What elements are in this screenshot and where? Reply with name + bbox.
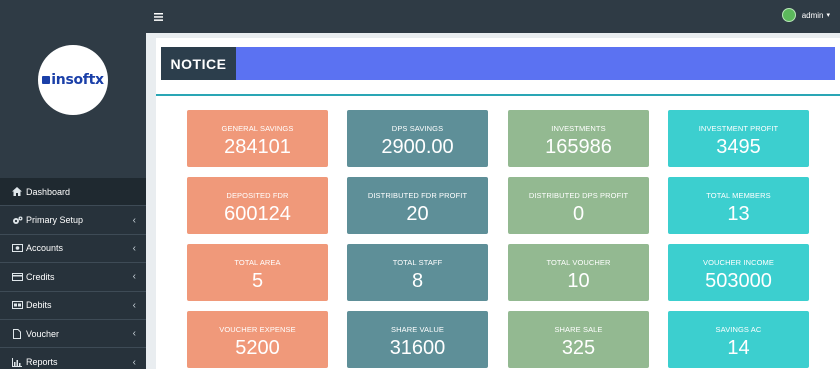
sidebar-item-label: Reports <box>26 357 58 368</box>
stat-card-total-members[interactable]: TOTAL MEMBERS 13 <box>668 177 809 234</box>
sidebar-item-label: Primary Setup <box>26 215 84 226</box>
chevron-left-icon: ‹ <box>132 328 136 340</box>
sidebar-item-voucher[interactable]: Voucher ‹ <box>0 319 146 349</box>
stat-card-voucher-expense[interactable]: VOUCHER EXPENSE 5200 <box>187 311 328 368</box>
card-value: 13 <box>727 203 750 225</box>
card-title: DISTRIBUTED DPS PROFIT <box>528 191 629 200</box>
stat-card-distributed-dps-profit[interactable]: DISTRIBUTED DPS PROFIT 0 <box>508 177 649 234</box>
stat-card-deposited-fdr[interactable]: DEPOSITED FDR 600124 <box>187 177 328 234</box>
stat-card-distributed-fdr-profit[interactable]: DISTRIBUTED FDR PROFIT 20 <box>347 177 488 234</box>
card-title: TOTAL STAFF <box>392 258 443 267</box>
card-value: 14 <box>727 337 750 359</box>
logo[interactable]: insoftx <box>38 45 108 115</box>
sidebar-item-label: Debits <box>26 300 52 311</box>
dashboard-panel: NOTICE GENERAL SAVINGS 284101 DPS SAVING… <box>156 38 840 369</box>
card-title: SAVINGS AC <box>715 325 762 334</box>
stat-card-share-sale[interactable]: SHARE SALE 325 <box>508 311 649 368</box>
stat-card-savings-ac[interactable]: SAVINGS AC 14 <box>668 311 809 368</box>
stat-card-dps-savings[interactable]: DPS SAVINGS 2900.00 <box>347 110 488 167</box>
home-icon <box>11 187 23 197</box>
top-navbar: admin ▾ <box>146 0 840 33</box>
card-title: DISTRIBUTED FDR PROFIT <box>367 191 468 200</box>
card-value: 2900.00 <box>381 136 454 158</box>
stat-card-total-staff[interactable]: TOTAL STAFF 8 <box>347 244 488 301</box>
stat-card-total-area[interactable]: TOTAL AREA 5 <box>187 244 328 301</box>
card-value: 284101 <box>224 136 291 158</box>
card-value: 0 <box>572 203 585 225</box>
chevron-left-icon: ‹ <box>132 214 136 226</box>
logo-text: insoftx <box>51 72 104 88</box>
stat-card-general-savings[interactable]: GENERAL SAVINGS 284101 <box>187 110 328 167</box>
notice-label: NOTICE <box>161 47 236 80</box>
card-value: 325 <box>561 337 596 359</box>
card-title: INVESTMENT PROFIT <box>698 124 779 133</box>
stat-card-voucher-income[interactable]: VOUCHER INCOME 503000 <box>668 244 809 301</box>
card-value: 10 <box>567 270 590 292</box>
notice-bar: NOTICE <box>161 47 835 80</box>
card-title: GENERAL SAVINGS <box>221 124 294 133</box>
chevron-left-icon: ‹ <box>132 242 136 254</box>
sidebar-item-primary-setup[interactable]: Primary Setup ‹ <box>0 206 146 235</box>
logo-mark-icon <box>42 76 51 84</box>
card-value: 5200 <box>235 337 280 359</box>
caret-down-icon: ▾ <box>826 12 830 19</box>
sidebar-item-label: Credits <box>26 271 55 282</box>
sidebar-item-label: Voucher <box>26 328 60 339</box>
user-menu[interactable]: admin ▾ <box>781 8 830 22</box>
sidebar-menu: Dashboard Primary Setup ‹ Accounts ‹ Cre… <box>0 178 146 369</box>
card-value: 165986 <box>545 136 612 158</box>
debit-icon <box>11 300 23 310</box>
card-title: TOTAL MEMBERS <box>706 191 771 200</box>
file-icon <box>11 328 23 339</box>
sidebar-item-accounts[interactable]: Accounts ‹ <box>0 234 146 264</box>
logo-area: insoftx <box>0 0 146 178</box>
chevron-left-icon: ‹ <box>132 356 136 368</box>
chevron-left-icon: ‹ <box>132 271 136 283</box>
card-title: VOUCHER INCOME <box>703 258 774 267</box>
main-content: NOTICE GENERAL SAVINGS 284101 DPS SAVING… <box>146 33 840 369</box>
card-value: 503000 <box>705 270 772 292</box>
avatar <box>781 8 796 22</box>
card-title: SHARE VALUE <box>390 325 445 334</box>
sidebar: insoftx Dashboard Primary Setup ‹ Accoun… <box>0 0 146 369</box>
cogs-icon <box>11 215 23 225</box>
user-name: admin <box>801 10 824 20</box>
sidebar-item-dashboard[interactable]: Dashboard <box>0 178 146 207</box>
stat-card-share-value[interactable]: SHARE VALUE 31600 <box>347 311 488 368</box>
card-title: TOTAL VOUCHER <box>546 258 611 267</box>
stat-card-total-voucher[interactable]: TOTAL VOUCHER 10 <box>508 244 649 301</box>
money-icon <box>11 243 23 253</box>
bar-chart-icon <box>11 357 23 367</box>
card-title: TOTAL AREA <box>234 258 281 267</box>
card-title: VOUCHER EXPENSE <box>219 325 296 334</box>
card-value: 600124 <box>224 203 291 225</box>
credit-card-icon <box>11 272 23 282</box>
sidebar-item-credits[interactable]: Credits ‹ <box>0 263 146 292</box>
sidebar-item-debits[interactable]: Debits ‹ <box>0 291 146 320</box>
stat-card-investment-profit[interactable]: INVESTMENT PROFIT 3495 <box>668 110 809 167</box>
sidebar-item-label: Dashboard <box>26 186 71 197</box>
card-value: 8 <box>411 270 424 292</box>
stat-card-investments[interactable]: INVESTMENTS 165986 <box>508 110 649 167</box>
divider <box>156 94 840 96</box>
card-title: DPS SAVINGS <box>391 124 444 133</box>
card-value: 3495 <box>716 136 761 158</box>
sidebar-item-label: Accounts <box>26 243 64 254</box>
chevron-left-icon: ‹ <box>132 299 136 311</box>
card-value: 31600 <box>389 337 446 359</box>
card-title: DEPOSITED FDR <box>226 191 289 200</box>
card-value: 5 <box>251 270 264 292</box>
card-value: 20 <box>406 203 429 225</box>
hamburger-icon[interactable] <box>154 10 164 24</box>
card-title: SHARE SALE <box>554 325 603 334</box>
sidebar-item-reports[interactable]: Reports ‹ <box>0 348 146 369</box>
card-title: INVESTMENTS <box>551 124 606 133</box>
